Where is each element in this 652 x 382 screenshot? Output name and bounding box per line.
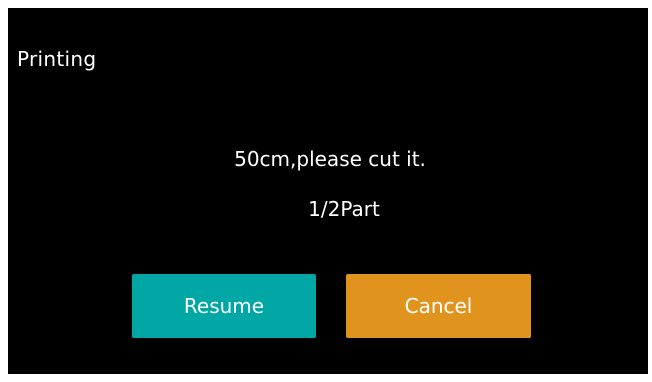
cancel-button[interactable]: Cancel (346, 274, 531, 338)
resume-button[interactable]: Resume (132, 274, 316, 338)
part-progress-label: 1/2Part (308, 197, 380, 221)
resume-button-label: Resume (183, 294, 265, 318)
printing-dialog: Printing 50cm,please cut it. 1/2Part Res… (8, 8, 648, 374)
dialog-title: Printing (17, 47, 97, 71)
cancel-button-label: Cancel (404, 294, 473, 318)
cut-instruction-message: 50cm,please cut it. (234, 147, 426, 171)
